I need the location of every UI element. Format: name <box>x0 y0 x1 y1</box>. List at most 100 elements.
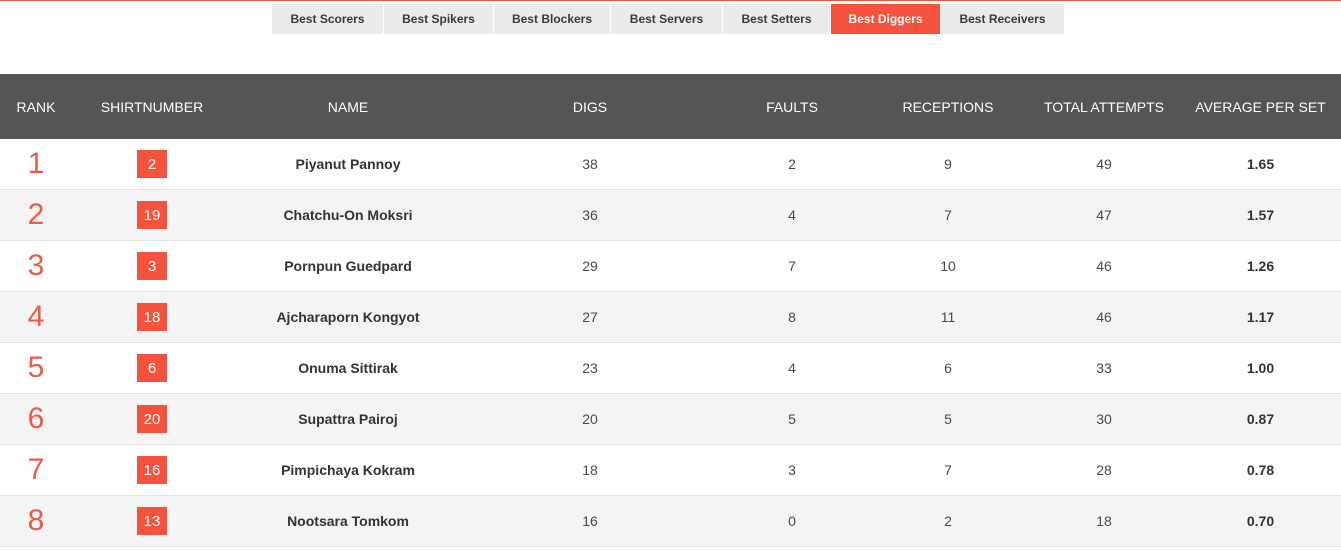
rank-cell: 7 <box>27 453 45 486</box>
faults-cell: 3 <box>788 462 796 478</box>
receptions-cell: 7 <box>944 207 952 223</box>
receptions-cell: 10 <box>940 258 956 274</box>
tab-best-blockers[interactable]: Best Blockers <box>494 4 611 34</box>
average-cell: 0.78 <box>1246 462 1275 478</box>
header-receptions[interactable]: RECEPTIONS <box>868 100 1028 114</box>
receptions-cell: 11 <box>940 309 956 325</box>
shirt-cell: 6 <box>72 354 232 382</box>
shirt-number-badge: 13 <box>137 507 167 535</box>
table-row: 3 3 Pornpun Guedpard 29 7 10 46 1.26 <box>0 241 1341 292</box>
player-name: Ajcharaporn Kongyot <box>276 309 420 325</box>
shirt-cell: 18 <box>72 303 232 331</box>
shirt-cell: 2 <box>72 150 232 178</box>
faults-cell: 8 <box>788 309 796 325</box>
rank-cell: 4 <box>27 300 45 333</box>
category-tabs: Best Scorers Best Spikers Best Blockers … <box>272 4 1065 34</box>
faults-cell: 2 <box>788 156 796 172</box>
faults-cell: 4 <box>788 360 796 376</box>
header-average-per-set[interactable]: AVERAGE PER SET <box>1180 100 1341 114</box>
receptions-cell: 5 <box>944 411 952 427</box>
tab-best-scorers[interactable]: Best Scorers <box>272 4 384 34</box>
total-attempts-cell: 49 <box>1096 156 1112 172</box>
digs-cell: 23 <box>582 360 598 376</box>
player-name: Onuma Sittirak <box>298 360 398 376</box>
rank-cell: 5 <box>27 351 45 384</box>
tab-best-spikers[interactable]: Best Spikers <box>384 4 494 34</box>
stats-table: RANK SHIRTNUMBER NAME DIGS FAULTS RECEPT… <box>0 74 1341 547</box>
receptions-cell: 6 <box>944 360 952 376</box>
shirt-number-badge: 6 <box>137 354 167 382</box>
tab-best-diggers[interactable]: Best Diggers <box>831 4 941 34</box>
table-row: 8 13 Nootsara Tomkom 16 0 2 18 0.70 <box>0 496 1341 547</box>
shirt-number-badge: 20 <box>137 405 167 433</box>
total-attempts-cell: 46 <box>1096 258 1112 274</box>
faults-cell: 7 <box>788 258 796 274</box>
rank-cell: 8 <box>27 504 45 537</box>
faults-cell: 5 <box>788 411 796 427</box>
faults-cell: 4 <box>788 207 796 223</box>
digs-cell: 20 <box>582 411 598 427</box>
digs-cell: 18 <box>582 462 598 478</box>
header-rank[interactable]: RANK <box>0 100 72 114</box>
tab-best-servers[interactable]: Best Servers <box>611 4 723 34</box>
shirt-number-badge: 16 <box>137 456 167 484</box>
rank-cell: 6 <box>27 402 45 435</box>
header-shirtnumber[interactable]: SHIRTNUMBER <box>72 100 232 114</box>
average-cell: 0.70 <box>1246 513 1275 529</box>
total-attempts-cell: 30 <box>1096 411 1112 427</box>
faults-cell: 0 <box>788 513 796 529</box>
digs-cell: 36 <box>582 207 598 223</box>
player-name: Pornpun Guedpard <box>284 258 412 274</box>
average-cell: 1.26 <box>1246 258 1275 274</box>
shirt-cell: 20 <box>72 405 232 433</box>
digs-cell: 16 <box>582 513 598 529</box>
receptions-cell: 7 <box>944 462 952 478</box>
player-name: Chatchu-On Moksri <box>283 207 413 223</box>
receptions-cell: 9 <box>944 156 952 172</box>
stats-page: Best Scorers Best Spikers Best Blockers … <box>0 0 1341 551</box>
shirt-cell: 16 <box>72 456 232 484</box>
average-cell: 1.17 <box>1246 309 1275 325</box>
header-total-attempts[interactable]: TOTAL ATTEMPTS <box>1028 100 1180 114</box>
receptions-cell: 2 <box>944 513 952 529</box>
digs-cell: 38 <box>582 156 598 172</box>
total-attempts-cell: 28 <box>1096 462 1112 478</box>
average-cell: 1.65 <box>1246 156 1275 172</box>
digs-cell: 29 <box>582 258 598 274</box>
header-faults[interactable]: FAULTS <box>716 100 868 114</box>
header-name[interactable]: NAME <box>232 100 464 114</box>
total-attempts-cell: 33 <box>1096 360 1112 376</box>
shirt-number-badge: 3 <box>137 252 167 280</box>
shirt-number-badge: 2 <box>137 150 167 178</box>
shirt-number-badge: 19 <box>137 201 167 229</box>
table-body: 1 2 Piyanut Pannoy 38 2 9 49 1.65 2 19 C… <box>0 139 1341 547</box>
average-cell: 1.00 <box>1246 360 1275 376</box>
table-row: 6 20 Supattra Pairoj 20 5 5 30 0.87 <box>0 394 1341 445</box>
table-row: 1 2 Piyanut Pannoy 38 2 9 49 1.65 <box>0 139 1341 190</box>
rank-cell: 1 <box>27 147 45 180</box>
shirt-number-badge: 18 <box>137 303 167 331</box>
total-attempts-cell: 46 <box>1096 309 1112 325</box>
rank-cell: 2 <box>27 198 45 231</box>
header-digs[interactable]: DIGS <box>464 100 716 114</box>
tab-best-receivers[interactable]: Best Receivers <box>941 4 1065 34</box>
shirt-cell: 3 <box>72 252 232 280</box>
tab-best-setters[interactable]: Best Setters <box>723 4 831 34</box>
table-row: 2 19 Chatchu-On Moksri 36 4 7 47 1.57 <box>0 190 1341 241</box>
table-row: 5 6 Onuma Sittirak 23 4 6 33 1.00 <box>0 343 1341 394</box>
table-header: RANK SHIRTNUMBER NAME DIGS FAULTS RECEPT… <box>0 74 1341 139</box>
player-name: Nootsara Tomkom <box>287 513 409 529</box>
total-attempts-cell: 18 <box>1096 513 1112 529</box>
player-name: Pimpichaya Kokram <box>281 462 415 478</box>
table-row: 7 16 Pimpichaya Kokram 18 3 7 28 0.78 <box>0 445 1341 496</box>
average-cell: 1.57 <box>1246 207 1275 223</box>
shirt-cell: 19 <box>72 201 232 229</box>
digs-cell: 27 <box>582 309 598 325</box>
average-cell: 0.87 <box>1246 411 1275 427</box>
player-name: Supattra Pairoj <box>298 411 398 427</box>
rank-cell: 3 <box>27 249 45 282</box>
total-attempts-cell: 47 <box>1096 207 1112 223</box>
table-row: 4 18 Ajcharaporn Kongyot 27 8 11 46 1.17 <box>0 292 1341 343</box>
shirt-cell: 13 <box>72 507 232 535</box>
player-name: Piyanut Pannoy <box>295 156 401 172</box>
